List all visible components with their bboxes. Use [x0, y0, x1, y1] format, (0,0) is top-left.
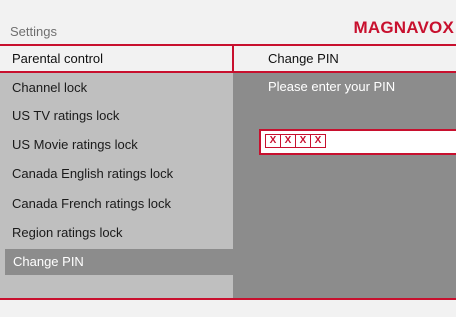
breadcrumb: Parental control Change PIN: [0, 46, 456, 71]
header-column-divider: [232, 46, 234, 71]
menu-item-channel-lock[interactable]: Channel lock: [0, 75, 233, 101]
section-title: Settings: [10, 24, 57, 39]
tv-settings-screen: Settings MAGNAVOX Parental control Chang…: [0, 0, 456, 317]
menu-item-canada-english-ratings-lock[interactable]: Canada English ratings lock: [0, 161, 233, 187]
pin-digit-3: X: [295, 134, 311, 148]
pin-prompt: Please enter your PIN: [268, 79, 396, 94]
breadcrumb-parent: Parental control: [12, 51, 104, 66]
menu-item-us-tv-ratings-lock[interactable]: US TV ratings lock: [0, 103, 233, 129]
pin-digits: X X X X: [265, 134, 326, 148]
pin-digit-1: X: [265, 134, 281, 148]
menu-item-canada-french-ratings-lock[interactable]: Canada French ratings lock: [0, 191, 233, 217]
brand-logo: MAGNAVOX: [353, 18, 454, 37]
top-bar: Settings MAGNAVOX: [0, 0, 456, 44]
pin-digit-2: X: [280, 134, 296, 148]
menu-item-us-movie-ratings-lock[interactable]: US Movie ratings lock: [0, 132, 233, 158]
breadcrumb-current: Change PIN: [268, 51, 339, 66]
bottom-bar: [0, 300, 456, 317]
pin-digit-4: X: [310, 134, 326, 148]
menu-item-change-pin[interactable]: Change PIN: [5, 249, 233, 275]
settings-menu: Channel lock US TV ratings lock US Movie…: [0, 73, 233, 298]
pin-panel: [233, 73, 456, 298]
menu-item-region-ratings-lock[interactable]: Region ratings lock: [0, 220, 233, 246]
